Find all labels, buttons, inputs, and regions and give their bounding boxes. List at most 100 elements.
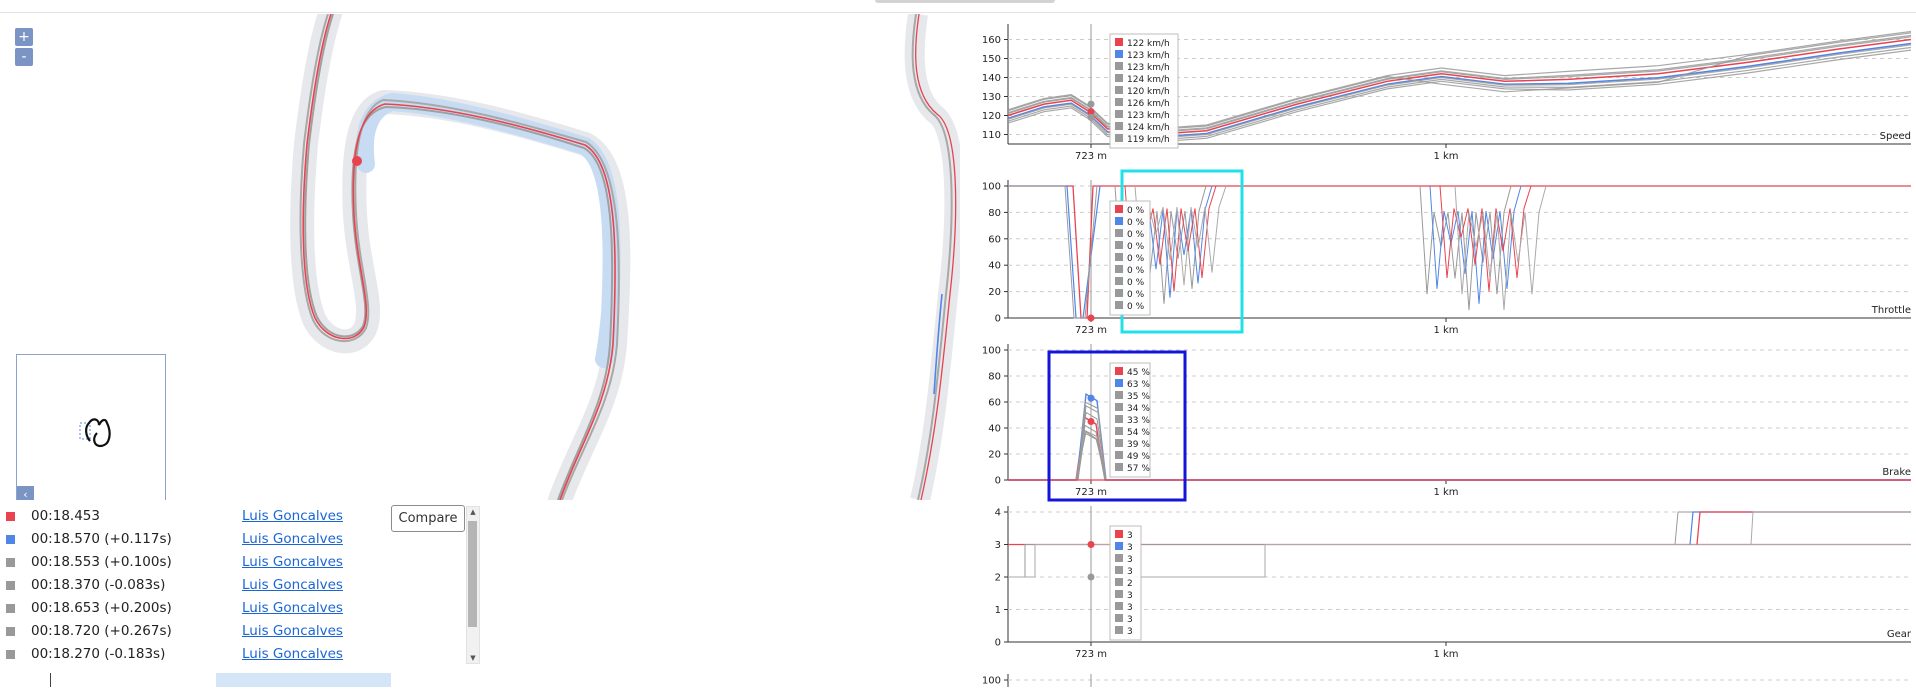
driver-link[interactable]: Luis Goncalves (242, 508, 343, 524)
telemetry-charts: 110 120 130 140 150 160 723 m1 km Speed 0 20 40 60 8… (975, 12, 1916, 687)
y-tick-label: 0 (995, 476, 1001, 487)
lap-color-swatch (6, 627, 15, 636)
tooltip-swatch (1115, 439, 1123, 447)
tooltip-value: 126 km/h (1127, 99, 1170, 109)
driver-link[interactable]: Luis Goncalves (242, 600, 343, 616)
lap-color-swatch (6, 558, 15, 567)
tooltip-swatch (1115, 542, 1123, 550)
lap-time: 00:18.370 (-0.083s) (31, 577, 166, 593)
y-tick-label: 1 (995, 605, 1001, 616)
x-tick-label: 1 km (1433, 151, 1458, 162)
speed-marker (1087, 113, 1095, 121)
y-tick-label: 110 (982, 130, 1001, 141)
tooltip-value: 3 (1127, 567, 1133, 577)
lap-list-scrollbar[interactable]: ▲ ▼ (466, 506, 480, 664)
lap-row[interactable]: 00:18.653 (+0.200s) Luis Goncalves (0, 597, 400, 620)
y-tick-label: 120 (982, 111, 1001, 122)
tooltip-value: 124 km/h (1127, 123, 1170, 133)
tooltip-value: 3 (1127, 615, 1133, 625)
y-tick-label: 60 (988, 234, 1001, 245)
tooltip-swatch (1115, 614, 1123, 622)
tooltip-value: 0 % (1127, 206, 1145, 216)
lap-row[interactable]: 00:18.720 (+0.267s) Luis Goncalves (0, 620, 400, 643)
tooltip-swatch (1115, 554, 1123, 562)
tooltip-value: 45 % (1127, 368, 1150, 378)
scroll-down-arrow-icon[interactable]: ▼ (467, 653, 479, 663)
lap-row[interactable]: 00:18.553 (+0.100s) Luis Goncalves (0, 551, 400, 574)
tooltip-value: 34 % (1127, 404, 1150, 414)
tooltip-swatch (1115, 403, 1123, 411)
tooltip-swatch (1115, 241, 1123, 249)
scrollbar-thumb[interactable] (468, 521, 477, 627)
y-tick-label: 0 (995, 638, 1001, 649)
lap-row[interactable]: 00:18.370 (-0.083s) Luis Goncalves (0, 574, 400, 597)
telemetry-charts-canvas[interactable]: 110120130140150160723 m1 kmSpeed02040608… (975, 12, 1916, 687)
tooltip-value: 124 km/h (1127, 75, 1170, 85)
zoom-in-button[interactable]: + (15, 28, 33, 46)
tooltip-value: 3 (1127, 603, 1133, 613)
tooltip-swatch (1115, 205, 1123, 213)
timeline-cursor[interactable] (50, 673, 51, 687)
gear-trace-grey (1674, 511, 1911, 545)
compare-button[interactable]: Compare (391, 505, 465, 532)
timeline-selection[interactable] (216, 673, 391, 687)
gear-trace-grey (1750, 511, 1911, 545)
scroll-up-arrow-icon[interactable]: ▲ (467, 507, 479, 517)
tooltip-swatch (1115, 265, 1123, 273)
minimap[interactable]: ‹ (16, 354, 166, 500)
tooltip-value: 123 km/h (1127, 63, 1170, 73)
tooltip-swatch (1115, 566, 1123, 574)
gear-trace-grey (1008, 544, 1911, 578)
throttle-trace-grey (1008, 185, 1098, 319)
driver-link[interactable]: Luis Goncalves (242, 623, 343, 639)
driver-link[interactable]: Luis Goncalves (242, 646, 343, 662)
y-tick-label: 140 (982, 73, 1001, 84)
tooltip-swatch (1115, 301, 1123, 309)
speed-marker (1087, 100, 1095, 108)
throttle-trace-blue (1008, 185, 1101, 319)
x-tick-label: 723 m (1075, 151, 1107, 162)
y-tick-label: 60 (988, 398, 1001, 409)
y-tick-label: 40 (988, 261, 1001, 272)
y-tick-label: 20 (988, 450, 1001, 461)
y-tick-label: 40 (988, 424, 1001, 435)
lap-row[interactable]: 00:18.570 (+0.117s) Luis Goncalves (0, 528, 400, 551)
x-tick-label: 1 km (1433, 487, 1458, 498)
tooltip-swatch (1115, 590, 1123, 598)
minimap-collapse-button[interactable]: ‹ (17, 486, 34, 500)
tooltip-swatch (1115, 217, 1123, 225)
tooltip-swatch (1115, 277, 1123, 285)
tooltip-value: 2 (1127, 579, 1133, 589)
driver-link[interactable]: Luis Goncalves (242, 554, 343, 570)
throttle-marker (1087, 314, 1095, 322)
gear-trace-red (1696, 511, 1911, 545)
tooltip-value: 3 (1127, 627, 1133, 637)
brake-marker (1087, 418, 1095, 425)
gear-trace-grey (1008, 544, 1911, 578)
lap-color-swatch (6, 581, 15, 590)
tooltip-swatch (1115, 253, 1123, 261)
y-tick-label: 3 (995, 540, 1001, 551)
zoom-out-button[interactable]: - (15, 48, 33, 66)
track-map[interactable]: + - ‹ (0, 14, 960, 500)
tooltip-value: 54 % (1127, 428, 1150, 438)
tooltip-value: 123 km/h (1127, 51, 1170, 61)
tooltip-swatch (1115, 110, 1123, 118)
lap-time: 00:18.553 (+0.100s) (31, 554, 172, 570)
tooltip-swatch (1115, 578, 1123, 586)
tooltip-value: 0 % (1127, 218, 1145, 228)
tooltip-value: 0 % (1127, 290, 1145, 300)
driver-link[interactable]: Luis Goncalves (242, 577, 343, 593)
lap-row[interactable]: 00:18.453 Luis Goncalves (0, 505, 400, 528)
lap-row[interactable]: 00:18.270 (-0.183s) Luis Goncalves (0, 643, 400, 666)
tooltip-value: 0 % (1127, 266, 1145, 276)
driver-link[interactable]: Luis Goncalves (242, 531, 343, 547)
tooltip-swatch (1115, 134, 1123, 142)
tooltip-swatch (1115, 289, 1123, 297)
brake-marker (1087, 394, 1095, 402)
top-tab-handle[interactable] (875, 0, 1055, 3)
gear-marker (1087, 541, 1095, 548)
tooltip-value: 57 % (1127, 464, 1150, 474)
chart-title: Speed (1880, 131, 1911, 142)
tooltip-value: 120 km/h (1127, 87, 1170, 97)
